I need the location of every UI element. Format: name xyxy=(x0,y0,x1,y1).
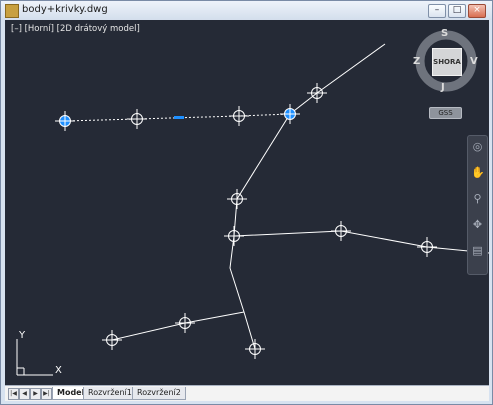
pan-icon[interactable]: ✋ xyxy=(471,166,485,179)
zoom-icon[interactable]: ⚲ xyxy=(471,192,484,205)
steering-wheel-icon[interactable]: ◎ xyxy=(471,140,484,153)
point-marker[interactable] xyxy=(307,83,327,103)
viewcube-north[interactable]: S xyxy=(441,28,448,39)
minimize-button[interactable]: – xyxy=(428,4,446,18)
point-marker[interactable] xyxy=(127,109,147,129)
title-bar[interactable]: body+krivky.dwg – □ × xyxy=(1,1,492,20)
viewcube-south[interactable]: J xyxy=(441,82,445,93)
point-marker[interactable] xyxy=(417,237,437,257)
viewcube-east[interactable]: V xyxy=(470,56,478,67)
drawing-canvas[interactable] xyxy=(5,20,489,385)
viewcube-face[interactable]: SHORA xyxy=(432,48,462,76)
wcs-menu-button[interactable]: GSS xyxy=(429,107,462,119)
point-marker[interactable] xyxy=(245,339,265,359)
branch-polyline[interactable] xyxy=(233,230,489,254)
close-button[interactable]: × xyxy=(468,4,486,18)
point-marker[interactable] xyxy=(224,226,244,246)
tab-layout-1[interactable]: Rozvržení1 xyxy=(83,387,137,400)
dwg-file-icon xyxy=(5,4,19,18)
point-marker[interactable] xyxy=(55,111,75,131)
point-marker[interactable] xyxy=(229,106,249,126)
orbit-icon[interactable]: ✥ xyxy=(471,218,484,231)
window-title: body+krivky.dwg xyxy=(22,4,108,15)
drawing-window: body+krivky.dwg – □ × [–] [Horní] [2D dr… xyxy=(0,0,493,405)
maximize-button[interactable]: □ xyxy=(448,4,466,18)
next-tab-icon[interactable]: ▶ xyxy=(30,388,41,400)
showmotion-icon[interactable]: ▤ xyxy=(471,244,484,257)
point-marker[interactable] xyxy=(227,189,247,209)
first-tab-icon[interactable]: |◀ xyxy=(8,388,19,400)
layout-tab-bar: |◀ ◀ ▶ ▶| Model Rozvržení1 Rozvržení2 xyxy=(5,385,489,401)
navigation-bar: ◎ ✋ ⚲ ✥ ▤ xyxy=(467,135,488,275)
point-marker[interactable] xyxy=(280,104,300,124)
ucs-x-label: X xyxy=(55,365,62,376)
point-marker[interactable] xyxy=(175,313,195,333)
point-marker[interactable] xyxy=(102,330,122,350)
last-tab-icon[interactable]: ▶| xyxy=(41,388,52,400)
lower-polyline[interactable] xyxy=(111,311,245,341)
point-marker[interactable] xyxy=(331,221,351,241)
drawing-viewport[interactable]: [–] [Horní] [2D drátový model] S J V Z S… xyxy=(5,20,489,385)
viewcube-west[interactable]: Z xyxy=(413,56,420,67)
main-polyline[interactable] xyxy=(229,43,386,350)
ucs-icon xyxy=(16,339,53,376)
ucs-y-label: Y xyxy=(19,330,26,341)
prev-tab-icon[interactable]: ◀ xyxy=(19,388,30,400)
selection-grip[interactable] xyxy=(174,116,184,119)
tab-layout-2[interactable]: Rozvržení2 xyxy=(132,387,186,400)
